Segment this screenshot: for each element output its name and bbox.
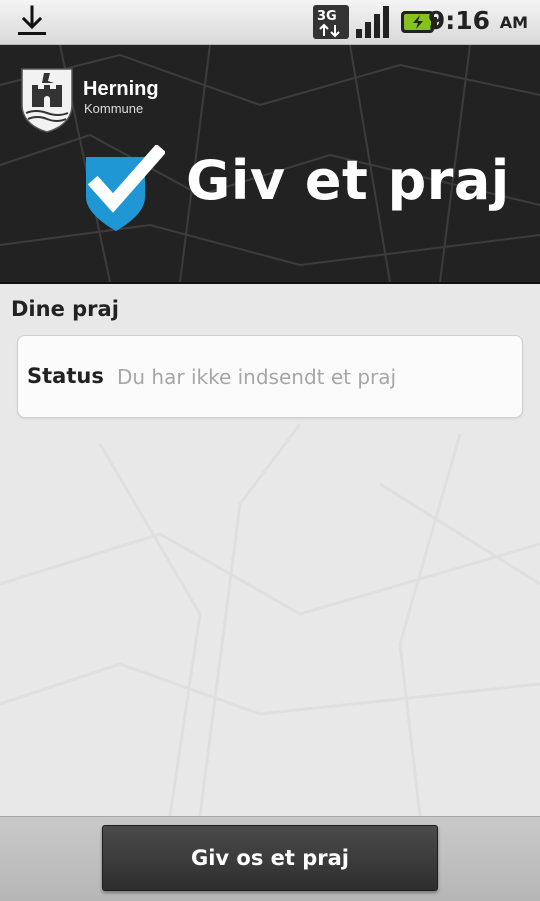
app-title: Giv et praj xyxy=(186,149,510,212)
status-label: Status xyxy=(27,364,104,388)
checkmark-shield-icon xyxy=(86,145,165,231)
download-icon xyxy=(18,5,46,35)
svg-text:3G: 3G xyxy=(317,9,337,24)
crest-icon xyxy=(21,68,73,133)
org-subtitle: Kommune xyxy=(84,101,144,116)
main-content: Dine praj Status Du har ikke indsendt et… xyxy=(0,284,540,816)
status-bar: 3G 9:16 AM xyxy=(0,0,540,45)
status-value: Du har ikke indsendt et praj xyxy=(117,365,397,389)
org-name: Herning xyxy=(83,78,159,100)
signal-icon xyxy=(356,6,389,38)
section-title: Dine praj xyxy=(11,297,119,321)
bottom-bar: Giv os et praj xyxy=(0,816,540,901)
clock-ampm: AM xyxy=(499,13,528,32)
status-card: Status Du har ikke indsendt et praj xyxy=(17,335,523,418)
give-praise-button[interactable]: Giv os et praj xyxy=(102,825,438,891)
clock-time: 9:16 xyxy=(427,6,490,35)
app-header: Herning Kommune Giv et praj xyxy=(0,45,540,284)
network-3g-icon: 3G xyxy=(313,5,349,39)
